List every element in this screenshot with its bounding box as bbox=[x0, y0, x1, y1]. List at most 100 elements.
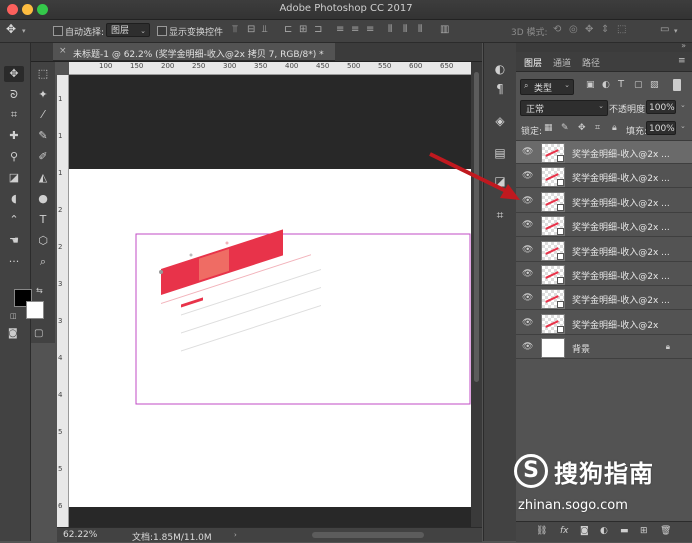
3d-scale-icon[interactable]: ⬚ bbox=[617, 24, 626, 35]
chevron-down-icon[interactable]: ⌄ bbox=[680, 122, 686, 130]
align-horizontal-center-icon[interactable]: ⊞ bbox=[299, 24, 307, 35]
layer-row[interactable]: 👁︎ 奖学金明细-收入@2x ... bbox=[516, 189, 692, 213]
layer-name[interactable]: 奖学金明细-收入@2x ... bbox=[572, 245, 670, 258]
align-vertical-center-icon[interactable]: ⊟ bbox=[247, 24, 255, 35]
lasso-tool-icon[interactable]: ᘐ bbox=[4, 87, 24, 103]
layer-row[interactable]: 👁︎ 背景 🔒︎ bbox=[516, 336, 692, 360]
visibility-eye-icon[interactable]: 👁︎ bbox=[522, 342, 533, 352]
tab-channels[interactable]: 通道 bbox=[553, 56, 571, 69]
tab-layers[interactable]: 图层 bbox=[524, 56, 542, 69]
eraser-tool-icon[interactable]: ◪ bbox=[4, 170, 24, 186]
hand-tool-icon[interactable]: ☚ bbox=[4, 233, 24, 249]
filter-adjustment-icon[interactable]: ◐ bbox=[602, 80, 610, 90]
layer-style-icon[interactable]: fx bbox=[560, 526, 569, 536]
chevron-down-icon[interactable]: ⌄ bbox=[680, 101, 686, 109]
screen-mode-icon[interactable]: ▢ bbox=[34, 328, 43, 339]
lock-image-icon[interactable]: ✎ bbox=[561, 123, 569, 133]
layer-thumbnail[interactable] bbox=[541, 143, 565, 163]
background-thumbnail[interactable] bbox=[541, 338, 565, 359]
visibility-eye-icon[interactable]: 👁︎ bbox=[522, 220, 533, 230]
align-bottom-icon[interactable]: ⫫ bbox=[262, 24, 268, 35]
paragraph-panel-icon[interactable]: ¶ bbox=[492, 81, 508, 97]
scroll-thumb[interactable] bbox=[474, 72, 479, 382]
crop-tool-icon[interactable]: ⌗ bbox=[4, 107, 24, 123]
lock-all-icon[interactable]: 🔒︎ bbox=[612, 123, 617, 133]
align-right-icon[interactable]: ⊐ bbox=[314, 24, 322, 35]
type-tool-icon[interactable]: T bbox=[33, 212, 53, 228]
dodge-tool-icon[interactable]: ● bbox=[33, 191, 53, 207]
new-layer-icon[interactable]: ⊞ bbox=[640, 526, 648, 536]
layer-name[interactable]: 背景 bbox=[572, 342, 590, 355]
brush-tool-icon[interactable]: ✎ bbox=[33, 128, 53, 144]
blend-mode-dropdown[interactable]: 正常 ⌄ bbox=[520, 100, 608, 116]
delete-layer-icon[interactable]: 🗑︎ bbox=[660, 526, 671, 536]
align-left-icon[interactable]: ⊏ bbox=[284, 24, 292, 35]
layer-row[interactable]: 👁︎ 奖学金明细-收入@2x ... bbox=[516, 214, 692, 238]
layer-row[interactable]: 👁︎ 奖学金明细-收入@2x ... bbox=[516, 165, 692, 189]
distribute-bottom-icon[interactable]: ≡ bbox=[366, 24, 374, 35]
collapse-panel-icon[interactable]: » bbox=[681, 41, 686, 50]
3d-slide-icon[interactable]: ⇕ bbox=[601, 24, 609, 35]
canvas[interactable] bbox=[69, 169, 471, 507]
zoom-tool-icon[interactable]: ⌕ bbox=[33, 254, 53, 270]
align-top-icon[interactable]: ⫪ bbox=[232, 24, 238, 35]
opacity-input[interactable]: 100% bbox=[646, 100, 676, 114]
panel-menu-icon[interactable]: ≡ bbox=[678, 56, 686, 66]
adjustment-layer-icon[interactable]: ◐ bbox=[600, 526, 608, 536]
lock-artboard-icon[interactable]: ⌗ bbox=[595, 123, 600, 133]
path-selection-icon[interactable]: ⌃ bbox=[4, 212, 24, 228]
tab-paths[interactable]: 路径 bbox=[582, 56, 600, 69]
layer-name[interactable]: 奖学金明细-收入@2x ... bbox=[572, 147, 670, 160]
link-layers-icon[interactable]: ⛓ bbox=[536, 526, 547, 536]
close-tab-icon[interactable]: × bbox=[59, 46, 67, 56]
visibility-eye-icon[interactable]: 👁︎ bbox=[522, 245, 533, 255]
status-arrow-icon[interactable]: › bbox=[234, 531, 237, 539]
layer-row[interactable]: 👁︎ 奖学金明细-收入@2x ... bbox=[516, 287, 692, 311]
history-brush-icon[interactable]: ✐ bbox=[33, 149, 53, 165]
layer-thumbnail[interactable] bbox=[541, 313, 565, 334]
distribute-top-icon[interactable]: ≡ bbox=[336, 24, 344, 35]
add-mask-icon[interactable]: ◙ bbox=[580, 526, 589, 536]
show-transform-checkbox[interactable] bbox=[157, 26, 167, 36]
auto-select-dropdown[interactable]: 图层 ⌄ bbox=[106, 23, 150, 37]
layer-thumbnail[interactable] bbox=[541, 216, 565, 237]
color-panel-icon[interactable]: ◐ bbox=[492, 61, 508, 77]
visibility-eye-icon[interactable]: 👁︎ bbox=[522, 318, 533, 328]
layer-thumbnail[interactable] bbox=[541, 265, 565, 285]
visibility-eye-icon[interactable]: 👁︎ bbox=[522, 269, 533, 279]
quick-mask-icon[interactable]: ◙ bbox=[8, 328, 18, 339]
eyedropper-icon[interactable]: ⁄ bbox=[33, 107, 53, 123]
layer-name[interactable]: 奖学金明细-收入@2x ... bbox=[572, 171, 670, 184]
move-tool-preset-icon[interactable]: ✥ bbox=[6, 22, 16, 36]
layer-name[interactable]: 奖学金明细-收入@2x ... bbox=[572, 269, 670, 282]
layer-row[interactable]: 👁︎ 奖学金明细-收入@2x ... bbox=[516, 141, 692, 164]
workspace-icon[interactable]: ▭ bbox=[660, 24, 669, 35]
move-tool-icon[interactable]: ✥ bbox=[4, 66, 24, 82]
crop-panel-icon[interactable]: ⌗ bbox=[492, 207, 508, 223]
layer-row[interactable]: 👁︎ 奖学金明细-收入@2x ... bbox=[516, 263, 692, 286]
lock-icon[interactable]: 🔒︎ bbox=[666, 342, 670, 352]
layer-thumbnail[interactable] bbox=[541, 289, 565, 310]
filter-type-icon[interactable]: T bbox=[618, 79, 624, 90]
layer-name[interactable]: 奖学金明细-收入@2x ... bbox=[572, 220, 670, 233]
layer-name[interactable]: 奖学金明细-收入@2x ... bbox=[572, 293, 670, 306]
lock-transparent-icon[interactable]: ▦ bbox=[544, 123, 553, 133]
filter-toggle-switch[interactable] bbox=[673, 79, 681, 91]
layer-name[interactable]: 奖学金明细-收入@2x bbox=[572, 318, 658, 331]
horizontal-scrollbar[interactable] bbox=[312, 532, 424, 538]
auto-select-checkbox[interactable] bbox=[53, 26, 63, 36]
chevron-down-icon[interactable]: ▾ bbox=[22, 27, 26, 35]
more-tools-icon[interactable]: ··· bbox=[4, 254, 24, 270]
document-tab[interactable]: × 未标题-1 @ 62.2% (奖学金明细-收入@2x 拷贝 7, RGB/8… bbox=[53, 43, 335, 61]
filter-pixel-icon[interactable]: ▣ bbox=[586, 80, 595, 90]
clone-stamp-icon[interactable]: ⚲ bbox=[4, 149, 24, 165]
swap-colors-icon[interactable]: ⇆ bbox=[36, 286, 43, 295]
auto-align-icon[interactable]: ▥ bbox=[440, 24, 449, 35]
magic-wand-icon[interactable]: ✦ bbox=[33, 87, 53, 103]
filter-smart-object-icon[interactable]: ▧ bbox=[650, 80, 659, 90]
distribute-center-icon[interactable]: ≡ bbox=[351, 24, 359, 35]
layer-row[interactable]: 👁︎ 奖学金明细-收入@2x ... bbox=[516, 238, 692, 262]
layer-thumbnail[interactable] bbox=[541, 240, 565, 261]
visibility-eye-icon[interactable]: 👁︎ bbox=[522, 293, 533, 303]
shape-tool-icon[interactable]: ⬡ bbox=[33, 233, 53, 249]
